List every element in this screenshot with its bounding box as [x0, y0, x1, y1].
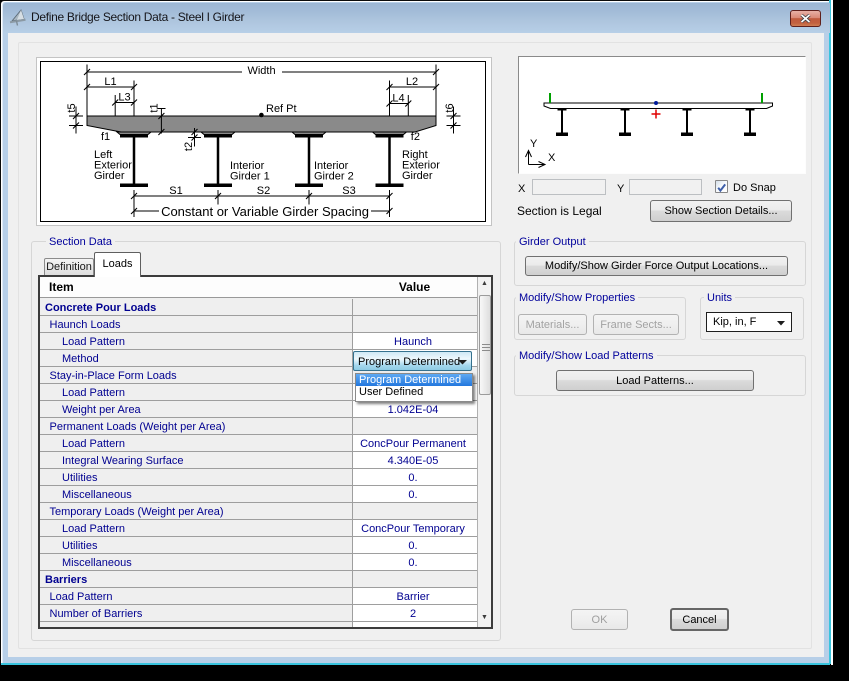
svg-text:S2: S2: [257, 185, 270, 197]
svg-text:Y: Y: [530, 138, 538, 150]
svg-text:S3: S3: [342, 185, 355, 197]
svg-text:f1: f1: [101, 131, 110, 143]
svg-text:t5: t5: [66, 103, 78, 112]
svg-text:f2: f2: [411, 131, 420, 143]
svg-text:L4: L4: [392, 93, 404, 105]
svg-text:InteriorGirder 1: InteriorGirder 1: [230, 160, 270, 182]
svg-text:t1: t1: [149, 103, 161, 112]
svg-text:t2: t2: [183, 142, 195, 151]
svg-text:X: X: [548, 152, 556, 164]
svg-text:Constant or Variable Girder Sp: Constant or Variable Girder Spacing: [161, 204, 369, 219]
svg-text:S1: S1: [169, 185, 182, 197]
svg-text:L2: L2: [406, 76, 418, 88]
svg-text:L1: L1: [104, 76, 116, 88]
svg-text:t6: t6: [444, 103, 456, 112]
svg-text:InteriorGirder 2: InteriorGirder 2: [314, 160, 354, 182]
svg-text:Width: Width: [247, 65, 275, 77]
svg-text:L3: L3: [118, 92, 130, 104]
svg-text:Ref Pt: Ref Pt: [266, 103, 297, 115]
